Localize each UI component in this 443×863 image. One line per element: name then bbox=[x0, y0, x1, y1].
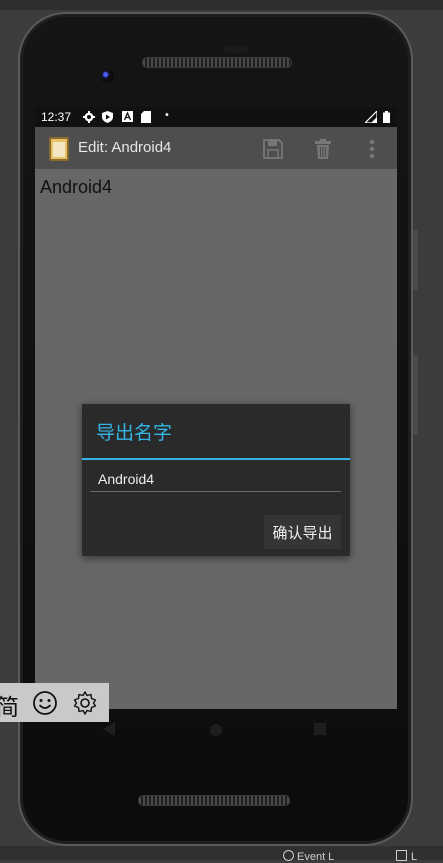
top-speaker-grille bbox=[142, 57, 292, 68]
note-text[interactable]: Android4 bbox=[40, 177, 112, 198]
ime-mode-toggle[interactable]: 简 bbox=[0, 688, 19, 722]
event-log-label: Event L bbox=[297, 851, 335, 863]
notification-dot-icon: • bbox=[164, 110, 170, 121]
layout-inspector-tab[interactable]: L bbox=[396, 850, 418, 863]
emoji-icon[interactable] bbox=[31, 689, 59, 717]
window-top-strip bbox=[0, 0, 443, 10]
action-bar: Edit: Android4 bbox=[35, 127, 397, 169]
ime-settings-icon[interactable] bbox=[71, 689, 99, 717]
play-protect-icon bbox=[102, 111, 113, 127]
front-camera bbox=[100, 69, 114, 83]
recents-nav-icon[interactable] bbox=[314, 723, 326, 735]
dialog-title: 导出名字 bbox=[96, 422, 173, 444]
battery-icon bbox=[383, 111, 390, 127]
sd-card-icon bbox=[141, 111, 151, 127]
export-name-input[interactable] bbox=[90, 466, 341, 492]
window-bottom-strip bbox=[0, 846, 443, 860]
back-nav-icon[interactable] bbox=[103, 722, 115, 736]
delete-icon[interactable] bbox=[310, 136, 336, 162]
settings-notification-icon bbox=[83, 111, 95, 127]
save-icon[interactable] bbox=[260, 136, 286, 162]
dialog-title-divider bbox=[82, 458, 350, 460]
bottom-speaker-grille bbox=[138, 795, 290, 806]
overflow-menu-icon[interactable] bbox=[359, 136, 385, 162]
event-log-tab[interactable]: Event L bbox=[283, 850, 335, 863]
confirm-export-button[interactable]: 确认导出 bbox=[264, 515, 341, 549]
status-time: 12:37 bbox=[41, 110, 72, 124]
status-bar: 12:37 • bbox=[35, 107, 397, 127]
layout-icon bbox=[396, 850, 407, 861]
export-dialog: 导出名字 确认导出 bbox=[82, 404, 350, 556]
power-button[interactable] bbox=[413, 355, 418, 435]
layout-inspector-label: L bbox=[411, 851, 418, 863]
ime-toolbar: 简 bbox=[0, 683, 109, 722]
note-content-area[interactable]: Android4 导出名字 确认导出 bbox=[35, 169, 397, 709]
earpiece bbox=[223, 45, 248, 53]
device-screen: 12:37 • Edit: Android4 Android4 导出名字 And… bbox=[35, 107, 397, 709]
home-nav-icon[interactable] bbox=[210, 724, 222, 736]
volume-button[interactable] bbox=[413, 230, 418, 290]
action-bar-title: Edit: Android4 bbox=[78, 139, 172, 156]
signal-icon bbox=[363, 109, 378, 127]
event-log-icon bbox=[283, 850, 294, 861]
a-box-icon bbox=[122, 111, 133, 126]
notepad-app-icon[interactable] bbox=[49, 137, 69, 161]
